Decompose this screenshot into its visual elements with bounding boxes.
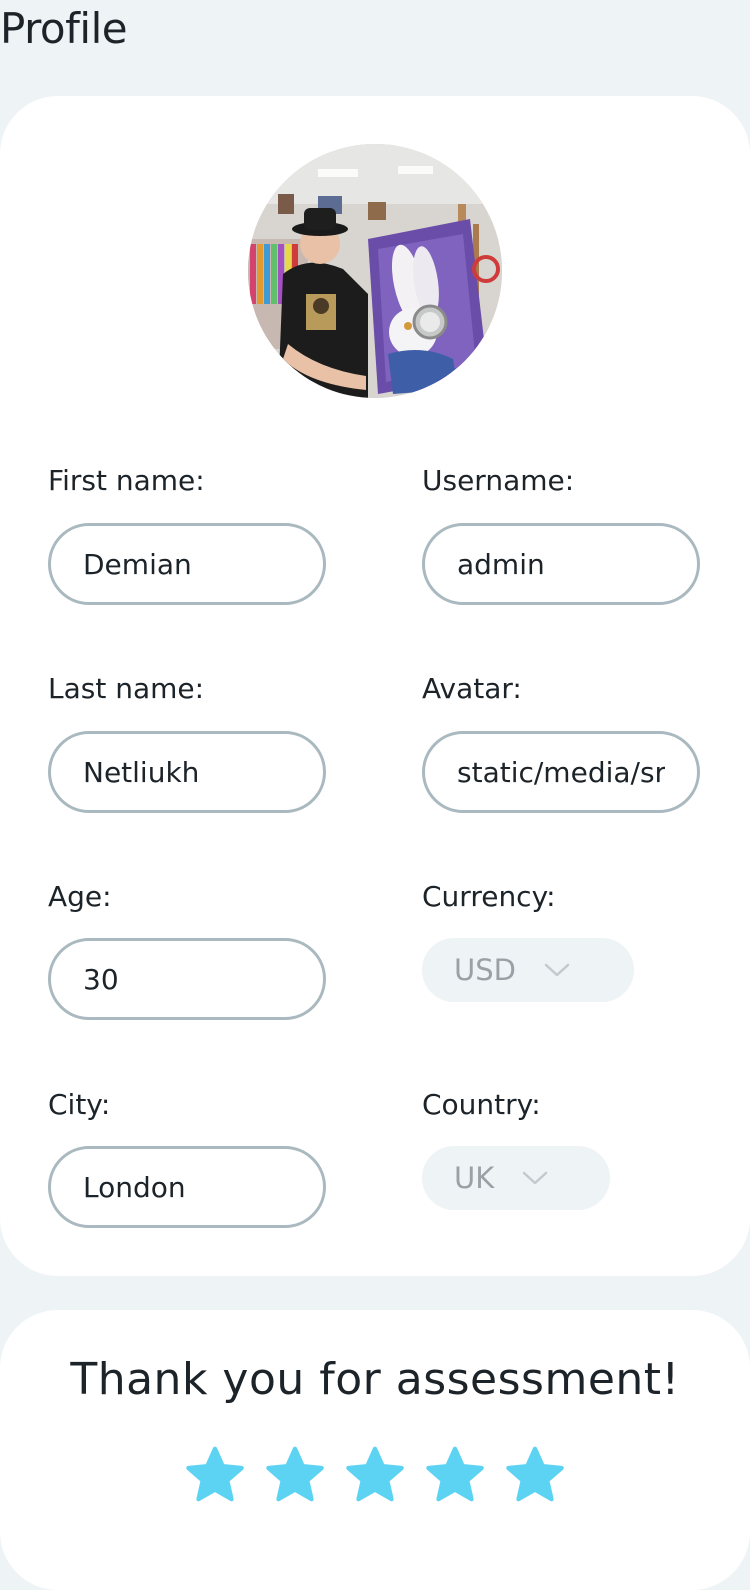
city-label: City:: [48, 1088, 111, 1121]
avatar-label: Avatar:: [422, 672, 522, 705]
currency-select[interactable]: USD: [422, 938, 634, 1002]
star-icon[interactable]: [422, 1444, 488, 1508]
city-input[interactable]: [48, 1146, 326, 1228]
first-name-label: First name:: [48, 464, 205, 497]
currency-value: USD: [454, 953, 516, 987]
assessment-card: Thank you for assessment!: [0, 1310, 750, 1590]
star-rating[interactable]: [182, 1444, 568, 1508]
first-name-input[interactable]: [48, 523, 326, 605]
avatar: [248, 144, 502, 398]
last-name-input[interactable]: [48, 731, 326, 813]
avatar-input[interactable]: [422, 731, 700, 813]
chevron-down-icon: [544, 963, 570, 977]
age-input[interactable]: [48, 938, 326, 1020]
chevron-down-icon: [523, 1171, 548, 1185]
country-value: UK: [454, 1161, 495, 1195]
username-label: Username:: [422, 464, 575, 497]
country-label: Country:: [422, 1088, 541, 1121]
currency-label: Currency:: [422, 880, 556, 913]
star-icon[interactable]: [342, 1444, 408, 1508]
profile-card: First name: Username: Last name: Avatar:…: [0, 96, 750, 1276]
page-title: Profile: [0, 4, 128, 53]
username-input[interactable]: [422, 523, 700, 605]
avatar-photo: [248, 144, 502, 398]
last-name-label: Last name:: [48, 672, 205, 705]
star-icon[interactable]: [262, 1444, 328, 1508]
country-select[interactable]: UK: [422, 1146, 610, 1210]
assessment-title: Thank you for assessment!: [70, 1354, 680, 1405]
age-label: Age:: [48, 880, 112, 913]
star-icon[interactable]: [502, 1444, 568, 1508]
star-icon[interactable]: [182, 1444, 248, 1508]
